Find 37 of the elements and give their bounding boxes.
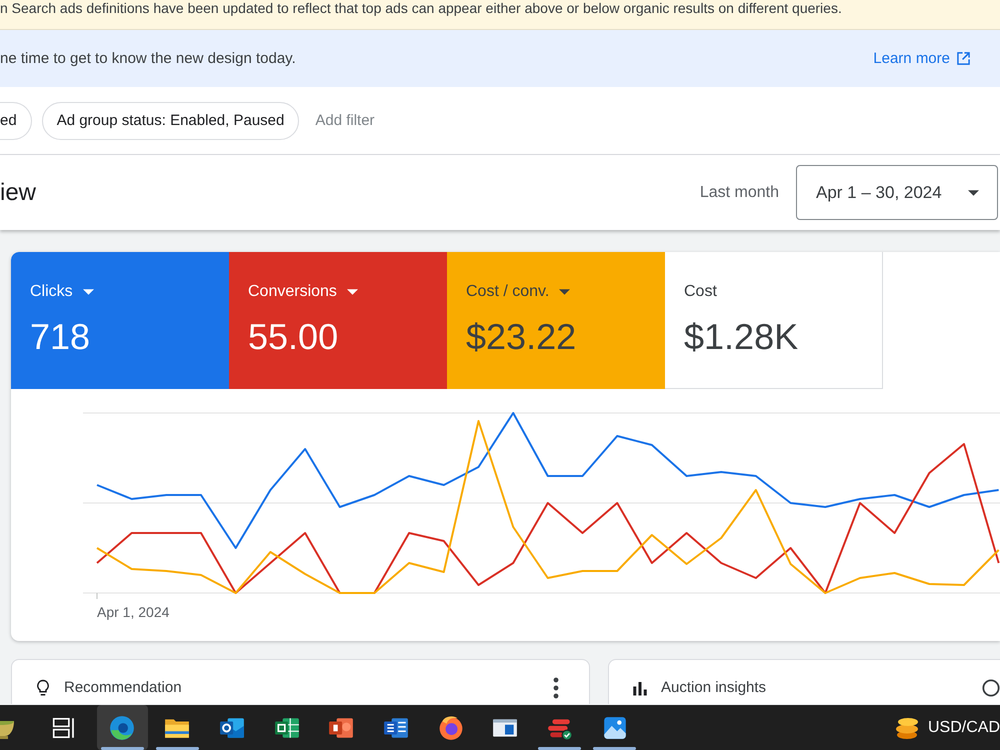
- metric-value: $1.28K: [684, 317, 800, 357]
- add-filter-button[interactable]: Add filter: [315, 112, 375, 129]
- card-title: Auction insights: [661, 679, 768, 697]
- info-banner-text: ne time to get to know the new design today.: [0, 50, 296, 67]
- bar-chart-icon: [631, 679, 649, 697]
- metric-value: 55.00: [248, 317, 340, 357]
- lightbulb-icon: [34, 679, 52, 697]
- metric-value: $23.22: [466, 317, 578, 357]
- notice-text: n Search ads definitions have been updated to reflect that top ads can appear either above or below organic results on different queries.: [0, 0, 842, 17]
- caret-icon: [346, 289, 358, 295]
- metric-tile[interactable]: Clicks 718: [11, 252, 229, 389]
- date-range-dropdown[interactable]: Apr 1 – 30, 2024: [796, 165, 998, 220]
- filter-chip[interactable]: ed: [0, 102, 32, 140]
- learn-more-link[interactable]: Learn more: [873, 50, 970, 67]
- caret-icon: [82, 289, 94, 295]
- metric-tile[interactable]: Cost $1.28K: [665, 252, 883, 389]
- filter-chip[interactable]: Ad group status: Enabled, Paused: [42, 102, 300, 140]
- date-preset-label: Last month: [700, 184, 779, 202]
- swirl-icon: [109, 714, 136, 740]
- circle-outline-icon: [982, 679, 1000, 697]
- card-title: Recommendation: [64, 679, 183, 697]
- more-options-icon[interactable]: [553, 677, 559, 699]
- metric-tile[interactable]: Conversions 55.00: [229, 252, 447, 389]
- external-link-icon: [957, 52, 970, 65]
- fox-globe-icon: [438, 714, 464, 740]
- metric-label: Clicks: [30, 282, 73, 302]
- caret-icon: [559, 289, 570, 295]
- currency-widget[interactable]: USD/CAD: [894, 714, 1000, 740]
- caret-icon: [968, 190, 979, 196]
- axis-date-label: Apr 1, 2024: [97, 604, 170, 620]
- page-title: iew: [0, 178, 38, 206]
- metric-label: Conversions: [248, 282, 337, 302]
- metric-tile[interactable]: Cost / conv. $23.22: [447, 252, 665, 389]
- metric-label: Cost / conv.: [466, 282, 550, 302]
- picture-icon: [602, 714, 628, 740]
- metric-label: Cost: [684, 282, 717, 302]
- metric-value: 718: [30, 317, 92, 357]
